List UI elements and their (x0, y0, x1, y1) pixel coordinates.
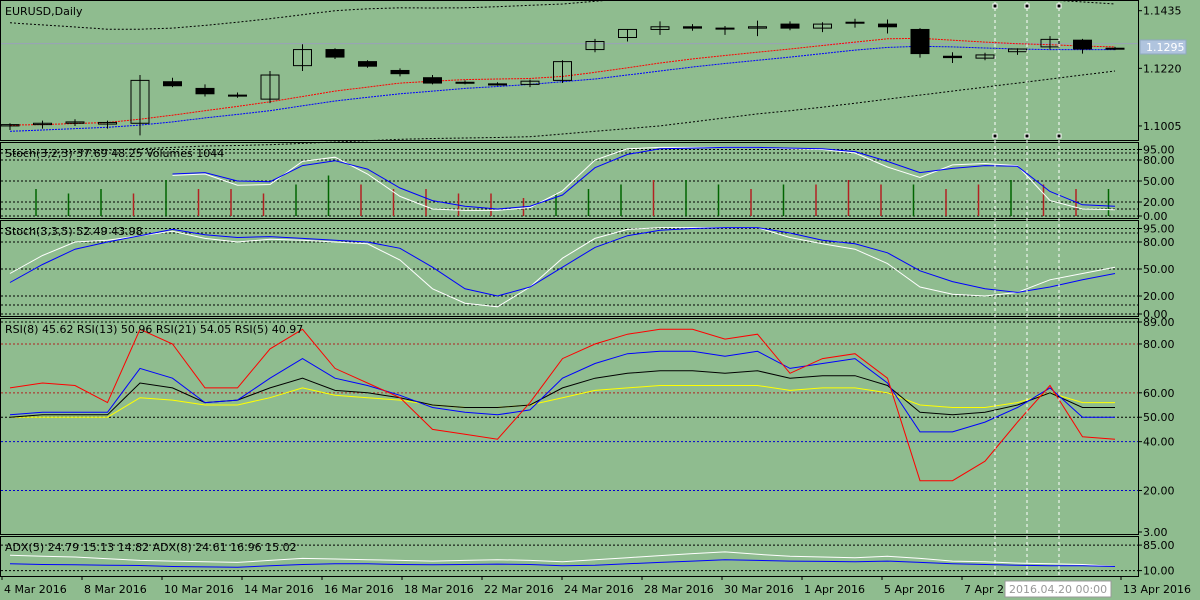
x-tick-label: 30 Mar 2016 (724, 583, 794, 596)
x-tick-label: 10 Mar 2016 (164, 583, 234, 596)
y-tick-label: 85.00 (1143, 539, 1175, 552)
x-tick-label: 18 Mar 2016 (404, 583, 474, 596)
y-tick-label: 60.00 (1143, 387, 1175, 400)
y-tick-label: 20.00 (1143, 484, 1175, 497)
candle-body (780, 23, 800, 29)
marker-handle (992, 3, 998, 9)
candle-body (358, 61, 377, 67)
cursor-date-label: 2016.04.20 00:00 (1009, 583, 1107, 596)
candle-body (195, 87, 215, 95)
stoch1-panel-label: Stoch(3,2,3) 37.69 48.25 Volumes 1044 (5, 147, 224, 160)
current-price-label: 1.1295 (1146, 41, 1185, 54)
y-tick-label: 80.00 (1143, 236, 1175, 249)
candle-body (1073, 39, 1092, 50)
marker-handle (1024, 3, 1030, 9)
x-tick-label: 14 Mar 2016 (244, 583, 314, 596)
x-tick-label: 24 Mar 2016 (564, 583, 634, 596)
y-tick-label: 95.00 (1143, 223, 1175, 236)
stoch2-panel-label: Stoch(3,3,5) 52.49 43.98 (5, 225, 143, 238)
y-tick-label: 89.00 (1143, 316, 1175, 329)
y-tick-label: 20.00 (1143, 290, 1175, 303)
adx-panel-label: ADX(5) 24.79 15.13 14.82 ADX(8) 24.61 16… (5, 541, 297, 554)
y-tick-label: 1.1220 (1143, 62, 1182, 75)
candle-body (163, 81, 182, 87)
x-tick-label: 8 Mar 2016 (84, 583, 147, 596)
candle-body (683, 26, 702, 29)
y-tick-label: 20.00 (1143, 196, 1175, 209)
x-tick-label: 13 Apr 2016 (1123, 583, 1191, 596)
chart-window[interactable]: 1.14351.12201.100595.0080.0050.0020.000.… (0, 0, 1200, 600)
x-tick-label: 16 Mar 2016 (324, 583, 394, 596)
y-tick-label: 10.00 (1143, 565, 1175, 578)
marker-handle (1024, 133, 1030, 139)
marker-handle (992, 133, 998, 139)
marker-handle (1056, 133, 1062, 139)
y-tick-label: 1.1435 (1143, 5, 1182, 18)
x-tick-label: 5 Apr 2016 (884, 583, 945, 596)
candle-body (943, 55, 962, 59)
y-tick-label: 0.00 (1143, 210, 1168, 223)
candle-body (488, 83, 507, 86)
x-tick-label: 4 Mar 2016 (4, 583, 67, 596)
candle-body (390, 69, 410, 75)
candle-body (1105, 47, 1125, 50)
candle-body (715, 27, 735, 30)
candle-body (845, 21, 865, 24)
candle-body (910, 28, 930, 55)
candle-body (455, 81, 475, 84)
x-tick-label: 22 Mar 2016 (484, 583, 554, 596)
candle-body (878, 23, 897, 28)
y-tick-label: 50.00 (1143, 411, 1175, 424)
y-tick-label: 50.00 (1143, 263, 1175, 276)
marker-handle (1056, 3, 1062, 9)
candle-body (423, 77, 442, 84)
y-tick-label: 80.00 (1143, 338, 1175, 351)
y-tick-label: 40.00 (1143, 436, 1175, 449)
candle-body (325, 49, 345, 58)
x-tick-label: 1 Apr 2016 (804, 583, 865, 596)
y-tick-label: 50.00 (1143, 175, 1175, 188)
y-tick-label: 3.00 (1143, 526, 1168, 539)
chart-background (0, 0, 1200, 600)
y-tick-label: 1.1005 (1143, 120, 1182, 133)
candle-body (228, 94, 247, 97)
y-tick-label: 80.00 (1143, 154, 1175, 167)
rsi-panel-label: RSI(8) 45.62 RSI(13) 50.96 RSI(21) 54.05… (5, 323, 303, 336)
price-panel-label: EURUSD,Daily (5, 5, 83, 18)
x-tick-label: 28 Mar 2016 (644, 583, 714, 596)
